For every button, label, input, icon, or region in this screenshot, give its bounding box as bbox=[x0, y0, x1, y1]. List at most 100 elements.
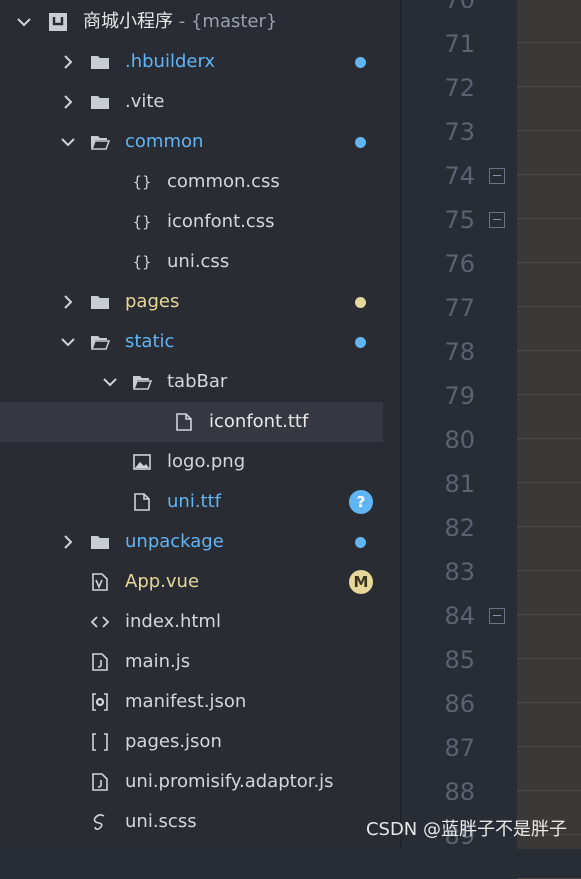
tree-item-pages-json[interactable]: pages.json bbox=[0, 722, 383, 762]
editor-line-separator bbox=[517, 658, 581, 659]
tree-item-app-vue[interactable]: App.vue M bbox=[0, 562, 383, 602]
chevron-right-icon[interactable] bbox=[58, 522, 78, 562]
folder-icon bbox=[89, 532, 111, 552]
line-number: 77 bbox=[444, 294, 475, 322]
line-number: 86 bbox=[444, 690, 475, 718]
tree-item-label: uni.css bbox=[167, 251, 230, 272]
tree-item-label: iconfont.css bbox=[167, 211, 275, 232]
js-file-icon bbox=[89, 652, 111, 672]
css-braces-icon: {} bbox=[132, 173, 152, 191]
tree-item-label: pages bbox=[125, 291, 180, 312]
tree-item-label: uni.promisify.adaptor.js bbox=[125, 771, 334, 792]
status-dot bbox=[355, 137, 366, 148]
editor-line-separator bbox=[517, 86, 581, 87]
tree-item-common-css[interactable]: {} common.css bbox=[0, 162, 383, 202]
tree-item-index-html[interactable]: index.html bbox=[0, 602, 383, 642]
line-number: 76 bbox=[444, 250, 475, 278]
html-code-icon bbox=[89, 612, 111, 632]
line-number: 85 bbox=[444, 646, 475, 674]
tree-item-label: static bbox=[125, 331, 175, 352]
chevron-down-icon[interactable] bbox=[100, 362, 120, 402]
tree-item-hbuilderx[interactable]: .hbuilderx bbox=[0, 42, 383, 82]
folder-open-icon bbox=[89, 132, 111, 152]
line-number: 70 bbox=[444, 0, 475, 14]
editor-line-separator bbox=[517, 746, 581, 747]
tree-item-label: common bbox=[125, 131, 204, 152]
json-brackets-icon bbox=[89, 732, 111, 752]
tree-item-label: main.js bbox=[125, 651, 191, 672]
chevron-down-icon[interactable] bbox=[58, 322, 78, 362]
status-dot bbox=[355, 297, 366, 308]
editor-line-separator bbox=[517, 42, 581, 43]
folder-icon bbox=[89, 52, 111, 72]
tree-item-tabbar[interactable]: tabBar bbox=[0, 362, 383, 402]
fold-toggle-icon[interactable] bbox=[489, 168, 505, 184]
tree-item-label: .vite bbox=[125, 91, 165, 112]
editor-line-separator bbox=[517, 570, 581, 571]
line-number: 81 bbox=[444, 470, 475, 498]
css-braces-icon: {} bbox=[132, 213, 152, 231]
chevron-right-icon[interactable] bbox=[58, 82, 78, 122]
tree-item-label: unpackage bbox=[125, 531, 224, 552]
chevron-right-icon[interactable] bbox=[58, 282, 78, 322]
editor-line-separator bbox=[517, 614, 581, 615]
tree-item-iconfont-css[interactable]: {} iconfont.css bbox=[0, 202, 383, 242]
css-braces-icon: {} bbox=[132, 253, 152, 271]
watermark: CSDN @蓝胖子不是胖子 bbox=[365, 819, 567, 840]
tree-item-uni-ttf[interactable]: uni.ttf ? bbox=[0, 482, 383, 522]
tree-item-manifest-json[interactable]: manifest.json bbox=[0, 682, 383, 722]
modified-badge: M bbox=[349, 570, 373, 594]
tree-item-uni-promisify[interactable]: uni.promisify.adaptor.js bbox=[0, 762, 383, 802]
settings-file-icon bbox=[89, 692, 111, 712]
tree-item-label: App.vue bbox=[125, 571, 200, 592]
editor-line-separator bbox=[517, 790, 581, 791]
tree-item-logo-png[interactable]: logo.png bbox=[0, 442, 383, 482]
line-number: 88 bbox=[444, 778, 475, 806]
js-file-icon bbox=[89, 772, 111, 792]
editor-line-separator bbox=[517, 702, 581, 703]
editor-line-separator bbox=[517, 174, 581, 175]
chevron-down-icon[interactable] bbox=[14, 2, 34, 42]
editor-line-separator bbox=[517, 394, 581, 395]
tree-item-common[interactable]: common bbox=[0, 122, 383, 162]
file-explorer: 商城小程序 - {master} .hbuilderx .vite common bbox=[0, 0, 400, 849]
file-icon bbox=[131, 492, 153, 512]
tree-item-label: .hbuilderx bbox=[125, 51, 216, 72]
untracked-badge: ? bbox=[349, 490, 373, 514]
file-icon bbox=[173, 412, 195, 432]
editor-line-separator bbox=[517, 130, 581, 131]
project-root[interactable]: 商城小程序 - {master} bbox=[0, 2, 383, 42]
tree-item-vite[interactable]: .vite bbox=[0, 82, 383, 122]
line-number: 72 bbox=[444, 74, 475, 102]
project-name: 商城小程序 - {master} bbox=[83, 11, 278, 32]
tree-item-iconfont-ttf[interactable]: iconfont.ttf bbox=[0, 402, 383, 442]
tree-item-uni-css[interactable]: {} uni.css bbox=[0, 242, 383, 282]
tree-item-label: iconfont.ttf bbox=[209, 411, 309, 432]
line-number: 84 bbox=[444, 602, 475, 630]
line-number: 79 bbox=[444, 382, 475, 410]
editor-line-separator bbox=[517, 350, 581, 351]
line-number: 78 bbox=[444, 338, 475, 366]
folder-icon bbox=[89, 292, 111, 312]
folder-open-icon bbox=[131, 372, 153, 392]
image-icon bbox=[131, 452, 153, 472]
line-number: 71 bbox=[444, 30, 475, 58]
status-dot bbox=[355, 57, 366, 68]
chevron-right-icon[interactable] bbox=[58, 42, 78, 82]
tree-item-label: uni.ttf bbox=[167, 491, 221, 512]
tree-item-uni-scss[interactable]: uni.scss bbox=[0, 802, 383, 842]
sass-icon bbox=[89, 812, 111, 832]
tree-item-static[interactable]: static bbox=[0, 322, 383, 362]
tree-item-label: tabBar bbox=[167, 371, 228, 392]
tree-item-label: logo.png bbox=[167, 451, 246, 472]
tree-item-unpackage[interactable]: unpackage bbox=[0, 522, 383, 562]
line-number: 82 bbox=[444, 514, 475, 542]
project-icon bbox=[47, 12, 69, 32]
editor-area[interactable] bbox=[517, 0, 581, 879]
tree-item-pages[interactable]: pages bbox=[0, 282, 383, 322]
fold-toggle-icon[interactable] bbox=[489, 212, 505, 228]
tree-item-main-js[interactable]: main.js bbox=[0, 642, 383, 682]
editor-line-separator bbox=[517, 262, 581, 263]
chevron-down-icon[interactable] bbox=[58, 122, 78, 162]
fold-toggle-icon[interactable] bbox=[489, 608, 505, 624]
